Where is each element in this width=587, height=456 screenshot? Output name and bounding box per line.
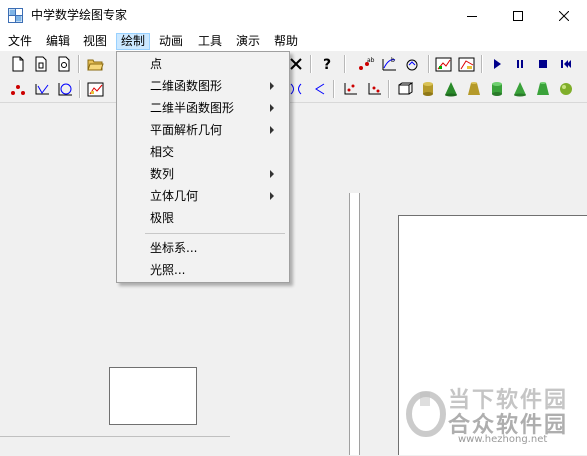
chart-icon[interactable] bbox=[87, 80, 105, 98]
circle-icon[interactable] bbox=[56, 80, 74, 98]
menu-draw[interactable]: 绘制 bbox=[116, 33, 151, 50]
submenu-arrow-icon bbox=[270, 170, 274, 178]
open-folder-icon[interactable] bbox=[86, 55, 104, 73]
minimize-icon bbox=[467, 15, 477, 17]
minimize-button[interactable] bbox=[449, 0, 495, 31]
toolbar-separator bbox=[344, 55, 346, 73]
frustum2-icon[interactable] bbox=[534, 80, 552, 98]
toolbar-separator bbox=[481, 55, 483, 73]
menu-item-point[interactable]: 点 bbox=[117, 53, 289, 75]
new-doc3-icon[interactable] bbox=[55, 55, 73, 73]
close-button[interactable] bbox=[541, 0, 587, 31]
menu-item-2-5d-function[interactable]: 二维半函数图形 bbox=[117, 97, 289, 119]
app-grid-icon[interactable] bbox=[8, 8, 23, 23]
submenu-arrow-icon bbox=[270, 192, 274, 200]
stop-icon[interactable] bbox=[534, 55, 552, 73]
svg-text:ab: ab bbox=[367, 57, 375, 64]
menu-item-2d-function[interactable]: 二维函数图形 bbox=[117, 75, 289, 97]
menu-item-limit[interactable]: 极限 bbox=[117, 207, 289, 229]
curve-left-icon[interactable] bbox=[310, 80, 328, 98]
preview-box[interactable] bbox=[109, 367, 197, 425]
maximize-button[interactable] bbox=[495, 0, 541, 31]
cylinder-icon[interactable] bbox=[419, 80, 437, 98]
toolbar-separator bbox=[78, 55, 80, 73]
new-doc-icon[interactable] bbox=[9, 55, 27, 73]
shape-toolbar bbox=[0, 77, 587, 103]
menu-file[interactable]: 文件 bbox=[4, 33, 36, 50]
points-ab2-icon[interactable]: b bbox=[381, 55, 399, 73]
toolbar-separator bbox=[428, 55, 430, 73]
menu-view[interactable]: 视图 bbox=[79, 33, 111, 50]
cone-icon[interactable] bbox=[442, 80, 460, 98]
toolbar-separator bbox=[388, 80, 390, 98]
toolbar-separator bbox=[333, 80, 335, 98]
menu-item-solid-geometry[interactable]: 立体几何 bbox=[117, 185, 289, 207]
menu-tools[interactable]: 工具 bbox=[194, 33, 226, 50]
graph-curve-icon[interactable] bbox=[404, 55, 422, 73]
svg-text:b: b bbox=[391, 57, 395, 64]
menu-demo[interactable]: 演示 bbox=[232, 33, 264, 50]
new-doc2-icon[interactable] bbox=[32, 55, 50, 73]
main-toolbar: ? ab b bbox=[0, 52, 587, 78]
play-icon[interactable] bbox=[488, 55, 506, 73]
maximize-icon bbox=[513, 10, 523, 21]
cone2-icon[interactable] bbox=[511, 80, 529, 98]
sphere-icon[interactable] bbox=[557, 80, 575, 98]
menu-item-analytic-geometry[interactable]: 平面解析几何 bbox=[117, 119, 289, 141]
paint-graph2-icon[interactable] bbox=[458, 55, 476, 73]
watermark-url: www.hezhong.net bbox=[458, 434, 548, 445]
toolbar-separator bbox=[310, 55, 312, 73]
close-icon bbox=[559, 10, 569, 21]
menu-item-lighting[interactable]: 光照... bbox=[117, 259, 289, 281]
axes2-icon[interactable] bbox=[365, 80, 383, 98]
vertical-splitter[interactable] bbox=[349, 193, 360, 455]
axes-icon[interactable] bbox=[341, 80, 359, 98]
window-title: 中学数学绘图专家 bbox=[31, 8, 128, 22]
pause-icon[interactable] bbox=[511, 55, 529, 73]
cube-frame-icon[interactable] bbox=[396, 80, 414, 98]
point-icon[interactable] bbox=[9, 80, 27, 98]
status-bar bbox=[0, 436, 230, 456]
help-question-icon[interactable]: ? bbox=[318, 55, 336, 73]
title-bar: 中学数学绘图专家 bbox=[0, 0, 587, 31]
cylinder2-icon[interactable] bbox=[488, 80, 506, 98]
menu-item-intersect[interactable]: 相交 bbox=[117, 141, 289, 163]
menu-item-coordinate-system[interactable]: 坐标系... bbox=[117, 237, 289, 259]
menu-animate[interactable]: 动画 bbox=[155, 33, 187, 50]
toolbar-separator bbox=[79, 80, 81, 98]
submenu-arrow-icon bbox=[270, 126, 274, 134]
menu-item-sequence[interactable]: 数列 bbox=[117, 163, 289, 185]
points-ab-icon[interactable]: ab bbox=[357, 55, 375, 73]
watermark-logo-icon bbox=[406, 391, 446, 437]
submenu-arrow-icon bbox=[270, 104, 274, 112]
skip-icon[interactable] bbox=[557, 55, 575, 73]
svg-text:?: ? bbox=[323, 57, 331, 72]
draw-menu-dropdown: 点 二维函数图形 二维半函数图形 平面解析几何 相交 数列 立体几何 极限 坐标… bbox=[116, 51, 290, 283]
submenu-arrow-icon bbox=[270, 82, 274, 90]
watermark: 当下软件园 合众软件园 www.hezhong.net bbox=[400, 380, 587, 455]
paint-graph-icon[interactable] bbox=[435, 55, 453, 73]
angle-icon[interactable] bbox=[33, 80, 51, 98]
menu-separator bbox=[145, 233, 285, 234]
menu-help[interactable]: 帮助 bbox=[270, 33, 302, 50]
menu-edit[interactable]: 编辑 bbox=[42, 33, 74, 50]
menu-bar: 文件 编辑 视图 绘制 动画 工具 演示 帮助 bbox=[0, 31, 587, 51]
frustum-icon[interactable] bbox=[465, 80, 483, 98]
